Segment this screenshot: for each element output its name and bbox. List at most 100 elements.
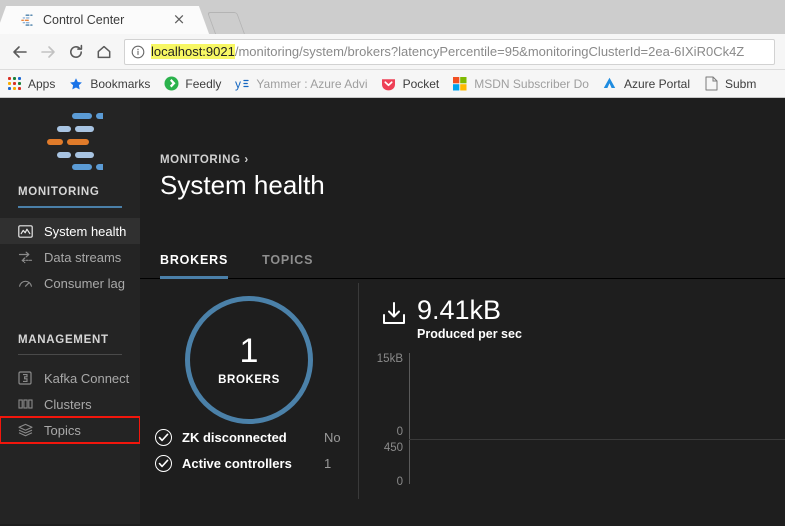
status-row-zk-disconnected: ZK disconnected No [140,424,358,450]
close-icon[interactable]: × [171,12,187,28]
tab-title: Control Center [43,13,125,27]
download-produced-icon [381,301,407,332]
chart-plot-area-produced: 15kB 0 [359,353,785,440]
brokers-gauge-label: BROKERS [218,374,280,386]
sidebar-item-consumer-lag[interactable]: Consumer lag [0,270,140,296]
y-axis-line [409,353,410,440]
content-tabs: BROKERS TOPICS [140,201,785,279]
sidebar-section-monitoring-title: MONITORING [18,186,100,198]
reload-button[interactable] [62,38,90,66]
back-button[interactable] [6,38,34,66]
home-button[interactable] [90,38,118,66]
produced-subtitle: Produced per sec [417,327,522,341]
url-path: /monitoring/system/brokers?latencyPercen… [234,44,745,59]
bookmark-label: Apps [28,76,56,91]
clusters-icon [18,397,35,411]
sidebar-item-label: System health [44,223,127,239]
sidebar-item-system-health[interactable]: System health [0,218,140,244]
brokers-panel: 1 BROKERS ZK disconnected No Active cont… [140,279,358,499]
url-text: localhost:9021/monitoring/system/brokers… [151,44,744,59]
bookmark-subm[interactable]: Subm [703,76,756,92]
y-tick-min: 0 [396,476,403,488]
kafka-connect-icon [18,371,35,385]
sidebar-item-clusters[interactable]: Clusters [0,391,140,417]
y-tick-max: 450 [383,442,403,454]
tab-label: TOPICS [262,253,314,267]
panels: 1 BROKERS ZK disconnected No Active cont… [140,279,785,499]
star-icon [68,76,84,92]
page-icon [703,76,719,92]
data-streams-icon [18,250,35,265]
bookmark-label: Azure Portal [623,76,690,91]
bookmark-apps[interactable]: Apps [6,76,55,92]
svg-text:y: y [235,77,241,91]
topics-icon [18,423,35,437]
check-circle-icon [155,428,172,446]
bookmark-label: Subm [725,76,757,91]
bookmark-pocket[interactable]: Pocket [381,76,439,92]
status-row-active-controllers: Active controllers 1 [140,450,358,476]
sidebar-item-label: Topics [44,422,81,438]
sidebar-section-management-title: MANAGEMENT [18,334,109,346]
browser-window: Control Center × localhost:9021/monitori… [0,0,785,526]
new-tab-button[interactable] [206,12,246,34]
sidebar-item-data-streams[interactable]: Data streams [0,244,140,270]
breadcrumb[interactable]: MONITORING › [140,98,785,166]
chart-plot-area-secondary: 450 0 [359,440,785,488]
confluent-control-center-logo [0,98,140,186]
brokers-gauge: 1 BROKERS [185,296,313,424]
browser-tab-control-center[interactable]: Control Center × [10,6,195,34]
chevron-right-icon: › [244,154,249,166]
breadcrumb-label: MONITORING [160,154,241,166]
bookmark-label: Feedly [185,76,222,91]
address-bar[interactable]: localhost:9021/monitoring/system/brokers… [124,38,775,65]
sidebar-item-kafka-connect[interactable]: Kafka Connect [0,365,140,391]
check-circle-icon [155,454,172,472]
brokers-count: 1 [239,332,259,370]
confluent-logo-icon [18,12,34,28]
feedly-icon [163,76,179,92]
bookmark-label: MSDN Subscriber Do [474,76,589,91]
y-tick-max: 15kB [376,353,403,365]
page-title: System health [160,170,325,200]
sidebar-section-rule [18,354,122,355]
forward-button [34,38,62,66]
bookmark-label: Yammer : Azure Advi [256,76,368,91]
y-axis-line [409,440,410,484]
status-value: 1 [324,455,332,471]
bookmark-msdn[interactable]: MSDN Subscriber Do [452,76,589,92]
bookmarks-bar: Apps Bookmarks Feedly y Yammer : Azure A… [0,70,785,98]
status-label: ZK disconnected [182,429,287,445]
sidebar-item-label: Consumer lag [44,275,125,291]
main-content: MONITORING › System health BROKERS TOPIC… [140,98,785,524]
sidebar-item-label: Clusters [44,396,92,412]
bookmark-bookmarks[interactable]: Bookmarks [68,76,150,92]
tab-brokers[interactable]: BROKERS [160,253,229,279]
sidebar-item-topics[interactable]: Topics [0,416,141,444]
sidebar-item-label: Data streams [44,249,122,265]
tab-strip: Control Center × [0,0,785,34]
produced-metric-text: 9.41kB Produced per sec [417,295,522,342]
sidebar-section-rule [18,206,122,208]
produced-metric-header: 9.41kB Produced per sec [359,279,785,341]
consumer-lag-icon [18,276,35,291]
system-health-icon [18,224,35,239]
bookmark-label: Bookmarks [90,76,151,91]
produced-value: 9.41kB [417,295,502,325]
url-host: localhost:9021 [151,44,235,59]
app-body: MONITORING System health Data streams Co… [0,98,785,524]
browser-toolbar: localhost:9021/monitoring/system/brokers… [0,34,785,70]
sidebar: MONITORING System health Data streams Co… [0,98,141,524]
bookmark-feedly[interactable]: Feedly [163,76,221,92]
tab-topics[interactable]: TOPICS [262,253,313,279]
microsoft-icon [452,76,468,92]
produced-chart[interactable]: 15kB 0 450 0 [359,353,785,488]
info-circle-icon[interactable] [131,45,145,59]
apps-grid-icon [6,76,22,92]
metrics-panel: 9.41kB Produced per sec 15kB 0 450 0 [359,279,785,499]
sidebar-item-label: Kafka Connect [44,370,130,386]
status-value: No [324,429,341,445]
bookmark-azure-portal[interactable]: Azure Portal [602,76,690,92]
bookmark-yammer[interactable]: y Yammer : Azure Advi [234,76,368,92]
y-tick-min: 0 [396,426,403,438]
